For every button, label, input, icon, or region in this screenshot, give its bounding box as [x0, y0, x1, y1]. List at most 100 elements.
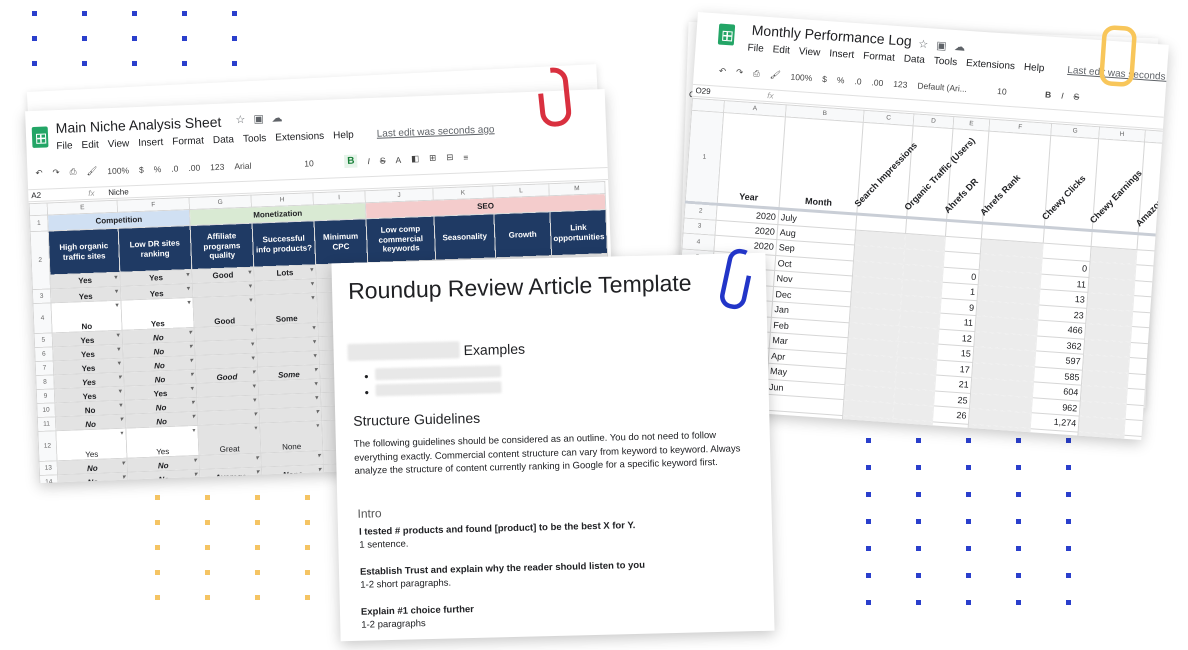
strikethrough-button[interactable]: S	[1073, 91, 1079, 101]
currency-button[interactable]: $	[139, 164, 144, 174]
italic-button[interactable]: I	[367, 156, 370, 166]
fill-color-icon[interactable]: ◧	[411, 153, 419, 164]
menu-help[interactable]: Help	[333, 130, 354, 142]
strikethrough-button[interactable]: S	[380, 155, 386, 165]
dropdown-cell[interactable]: No	[50, 300, 123, 333]
star-icon[interactable]: ☆	[235, 113, 245, 126]
menu-file[interactable]: File	[56, 140, 73, 152]
cloud-saved-icon[interactable]: ☁	[271, 111, 282, 124]
row-number[interactable]: 7	[35, 360, 54, 376]
row-number[interactable]: 13	[39, 460, 58, 476]
merge-cells-icon[interactable]: ⊟	[446, 152, 454, 163]
ahrefs-dr-cell[interactable]	[931, 421, 969, 440]
dropdown-cell[interactable]: No	[127, 469, 200, 483]
print-icon[interactable]: ⎙	[69, 166, 76, 177]
redo-icon[interactable]: ↷	[736, 67, 744, 78]
dropdown-cell[interactable]: Some	[254, 292, 318, 326]
menu-help[interactable]: Help	[1024, 62, 1045, 74]
row-number[interactable]: 9	[36, 388, 55, 404]
sheet-title[interactable]: Main Niche Analysis Sheet	[55, 114, 221, 136]
bold-button[interactable]: B	[1045, 89, 1052, 99]
menu-file[interactable]: File	[747, 43, 764, 55]
redo-icon[interactable]: ↷	[52, 167, 60, 178]
dropdown-cell[interactable]: Yes	[120, 297, 194, 331]
star-icon[interactable]: ☆	[918, 37, 929, 51]
move-to-folder-icon[interactable]: ▣	[253, 112, 264, 125]
row-number[interactable]: 11	[37, 416, 56, 432]
align-icon[interactable]: ≡	[463, 152, 468, 162]
decrease-decimal-button[interactable]: .0	[854, 76, 862, 86]
percent-button[interactable]: %	[837, 74, 845, 85]
redacted-cell[interactable]	[841, 415, 893, 435]
font-size-select[interactable]: 10	[997, 86, 1036, 99]
dropdown-cell[interactable]: Yes	[125, 425, 199, 459]
cell[interactable]	[1166, 437, 1169, 440]
bold-button[interactable]: B	[344, 154, 358, 169]
menu-view[interactable]: View	[108, 138, 130, 150]
menu-insert[interactable]: Insert	[829, 48, 855, 61]
increase-decimal-button[interactable]: .00	[188, 162, 200, 172]
zoom-select[interactable]: 100%	[790, 71, 812, 82]
redacted-cell[interactable]	[891, 418, 933, 437]
dot	[82, 11, 87, 16]
dropdown-cell[interactable]: None	[261, 464, 324, 481]
dropdown-cell[interactable]: Yes	[55, 428, 127, 461]
print-icon[interactable]: ⎙	[753, 68, 760, 79]
menu-extensions[interactable]: Extensions	[966, 58, 1016, 72]
menu-format[interactable]: Format	[172, 135, 204, 147]
row-number[interactable]: 2	[30, 230, 51, 290]
borders-icon[interactable]: ⊞	[429, 153, 437, 164]
font-size-select[interactable]: 10	[304, 157, 334, 168]
dropdown-cell[interactable]: Good	[192, 295, 256, 328]
menu-edit[interactable]: Edit	[81, 139, 99, 151]
row-number[interactable]: 10	[36, 402, 56, 418]
menu-tools[interactable]: Tools	[933, 56, 957, 69]
row-number[interactable]: 4	[32, 302, 53, 334]
formula-input[interactable]: Niche	[108, 187, 129, 197]
increase-decimal-button[interactable]: .00	[871, 77, 883, 88]
dropdown-cell[interactable]: Great	[197, 422, 261, 456]
row-number[interactable]: 6	[34, 346, 54, 362]
dropdown-cell[interactable]: Average	[199, 466, 262, 483]
font-select[interactable]: Default (Ari...	[917, 80, 988, 95]
row-number[interactable]: 5	[34, 332, 53, 348]
move-to-folder-icon[interactable]: ▣	[936, 39, 947, 53]
column-title: Affiliate programs quality	[190, 223, 254, 270]
cell[interactable]	[1122, 434, 1168, 440]
paint-format-icon[interactable]: 🖌	[86, 166, 97, 177]
currency-button[interactable]: $	[822, 73, 827, 83]
menu-data[interactable]: Data	[213, 134, 235, 146]
italic-button[interactable]: I	[1061, 90, 1064, 100]
menu-insert[interactable]: Insert	[138, 137, 163, 149]
row-number[interactable]: 8	[35, 374, 55, 390]
zoom-select[interactable]: 100%	[107, 165, 129, 176]
text-color-button[interactable]: A	[395, 154, 401, 164]
menu-data[interactable]: Data	[903, 53, 925, 65]
menu-edit[interactable]: Edit	[772, 44, 790, 56]
more-formats-button[interactable]: 123	[210, 161, 225, 172]
font-select[interactable]: Arial	[234, 158, 294, 171]
row-number[interactable]: 14	[39, 474, 59, 483]
more-formats-button[interactable]: 123	[893, 78, 908, 89]
menu-tools[interactable]: Tools	[243, 133, 267, 145]
row-number[interactable]: 1	[29, 214, 49, 232]
dropdown-cell[interactable]	[261, 478, 325, 483]
cell-reference[interactable]: A2	[28, 189, 88, 200]
menu-extensions[interactable]: Extensions	[275, 131, 324, 144]
row-number[interactable]: 3	[32, 288, 51, 304]
dot	[155, 570, 160, 575]
cloud-saved-icon[interactable]: ☁	[954, 40, 966, 54]
dropdown-cell[interactable]: None	[259, 420, 323, 453]
last-edit-link[interactable]: Last edit was seconds ago	[377, 124, 495, 140]
decrease-decimal-button[interactable]: .0	[171, 163, 178, 173]
dropdown-cell[interactable]: No	[57, 472, 129, 483]
paint-format-icon[interactable]: 🖌	[769, 69, 781, 81]
percent-button[interactable]: %	[154, 164, 162, 174]
menu-view[interactable]: View	[798, 46, 820, 58]
row-number[interactable]: 12	[37, 430, 58, 462]
undo-icon[interactable]: ↶	[719, 66, 727, 77]
dropdown-cell[interactable]	[199, 480, 263, 483]
cell[interactable]	[1167, 422, 1169, 440]
undo-icon[interactable]: ↶	[35, 168, 43, 179]
menu-format[interactable]: Format	[863, 51, 895, 64]
